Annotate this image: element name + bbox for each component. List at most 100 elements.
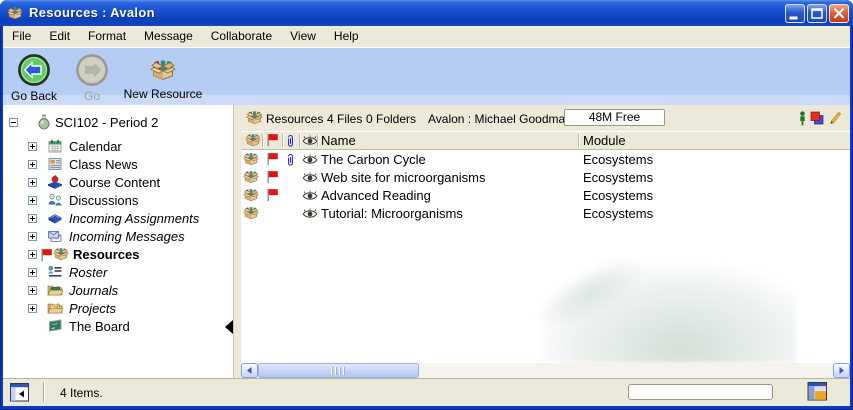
go-back-button[interactable]: Go Back [7,53,61,103]
expand-icon[interactable] [28,286,37,295]
menu-item-message[interactable]: Message [135,26,202,48]
flag-icon [266,170,279,184]
copy-icon[interactable] [810,111,824,125]
flag-column-icon[interactable] [266,133,279,147]
module-column-header[interactable]: Module [583,133,626,148]
resource-row-advanced-reading[interactable]: Advanced Reading Ecosystems [241,187,850,205]
tree-item-journals[interactable]: Journals [3,282,233,300]
expand-icon[interactable] [28,232,37,241]
minimize-button[interactable] [785,4,805,23]
resource-name[interactable]: Web site for microorganisms [321,170,485,185]
discussions-icon [47,192,63,208]
tree-item-roster[interactable]: Roster [3,264,233,282]
tree-item-label[interactable]: Journals [69,283,118,298]
resources-panel: Resources 4 Files 0 Folders Avalon : Mic… [241,105,850,378]
maximize-button[interactable] [807,4,827,23]
user-icon[interactable] [798,111,807,126]
attachment-column-icon[interactable] [286,134,295,148]
toggle-tree-panel-icon[interactable] [10,383,30,402]
menu-item-view[interactable]: View [281,26,325,48]
expand-icon[interactable] [28,196,37,205]
new-resource-box-icon [148,57,178,83]
tree-item-label[interactable]: Incoming Messages [69,229,185,244]
collapse-pane-arrow-icon[interactable] [225,320,233,334]
resource-row-carbon-cycle[interactable]: The Carbon Cycle Ecosystems [241,151,850,169]
window-title: Resources : Avalon [29,5,155,20]
resource-module[interactable]: Ecosystems [583,170,653,185]
scrollbar-thumb[interactable] [258,363,419,378]
go-back-label: Go Back [11,89,57,103]
expand-icon[interactable] [28,214,37,223]
tree-item-incoming-messages[interactable]: Incoming Messages [3,228,233,246]
resource-module[interactable]: Ecosystems [583,152,653,167]
tree-item-label[interactable]: Class News [69,157,138,172]
left-arrow-icon [242,364,257,377]
app-resource-box-icon [7,5,23,21]
expand-icon[interactable] [28,250,37,259]
visibility-icon [302,154,318,165]
resource-box-icon [243,151,259,167]
resource-name[interactable]: Tutorial: Microorganisms [321,206,463,221]
tree-item-label[interactable]: Projects [69,301,116,316]
tree-item-resources[interactable]: Resources [3,246,233,264]
collapse-icon[interactable] [9,118,18,127]
tree-item-label[interactable]: Roster [69,265,107,280]
expand-icon[interactable] [28,142,37,151]
panel-title: Resources [266,112,323,126]
expand-icon[interactable] [28,268,37,277]
tree-item-calendar[interactable]: Calendar [3,138,233,156]
resource-row-web-site[interactable]: Web site for microorganisms Ecosystems [241,169,850,187]
tree-root-label[interactable]: SCI102 - Period 2 [55,115,158,130]
resource-module[interactable]: Ecosystems [583,188,653,203]
new-resource-button[interactable]: New Resource [121,53,205,101]
tree-item-label[interactable]: Incoming Assignments [69,211,199,226]
horizontal-scrollbar[interactable] [241,363,850,378]
tree-item-incoming-assignments[interactable]: Incoming Assignments [3,210,233,228]
toolbar: Go Back Go Forward New Resource [3,48,850,105]
resource-module[interactable]: Ecosystems [583,206,653,221]
expand-icon[interactable] [28,304,37,313]
scroll-right-button[interactable] [833,363,850,378]
name-column-header[interactable]: Name [321,133,356,148]
tree-item-label[interactable]: Course Content [69,175,160,190]
tree-item-label[interactable]: Calendar [69,139,122,154]
tree-item-discussions[interactable]: Discussions [3,192,233,210]
edit-pencil-icon[interactable] [828,111,842,125]
tree-item-label[interactable]: Discussions [69,193,138,208]
menu-item-format[interactable]: Format [79,26,135,48]
free-space-label: 48M Free [589,110,640,124]
visibility-icon [302,208,318,219]
layout-panel-icon[interactable] [807,382,828,401]
items-count: 4 Items. [60,386,103,400]
titlebar[interactable]: Resources : Avalon [0,0,853,26]
free-space-meter: 48M Free [564,109,665,126]
roster-icon [47,264,63,280]
visibility-column-icon[interactable] [302,135,318,146]
resource-box-icon [243,205,259,221]
tree-item-the-board[interactable]: The Board [3,318,233,336]
expand-icon[interactable] [28,160,37,169]
flag-icon [266,188,279,202]
menu-item-collaborate[interactable]: Collaborate [202,26,281,48]
new-resource-label: New Resource [124,87,203,101]
resource-column-icon[interactable] [245,132,261,148]
tree-item-class-news[interactable]: Class News [3,156,233,174]
messages-icon [47,228,63,244]
tree-item-label[interactable]: Resources [73,247,139,262]
scroll-left-button[interactable] [241,363,258,378]
menu-item-edit[interactable]: Edit [40,26,79,48]
pane-splitter[interactable] [233,105,241,378]
tree-item-course-content[interactable]: Course Content [3,174,233,192]
menu-item-help[interactable]: Help [325,26,368,48]
resource-name[interactable]: Advanced Reading [321,188,431,203]
resource-row-tutorial[interactable]: Tutorial: Microorganisms Ecosystems [241,205,850,223]
tree-item-projects[interactable]: Projects [3,300,233,318]
column-header-row: Name Module [241,131,850,150]
resource-name[interactable]: The Carbon Cycle [321,152,426,167]
expand-icon[interactable] [28,178,37,187]
tree-root-sci102[interactable]: SCI102 - Period 2 [3,114,233,132]
tree-item-label[interactable]: The Board [69,319,130,334]
resource-list: The Carbon Cycle Ecosystems Web site for… [241,150,850,363]
close-button[interactable] [829,4,849,23]
menu-item-file[interactable]: File [3,26,40,48]
